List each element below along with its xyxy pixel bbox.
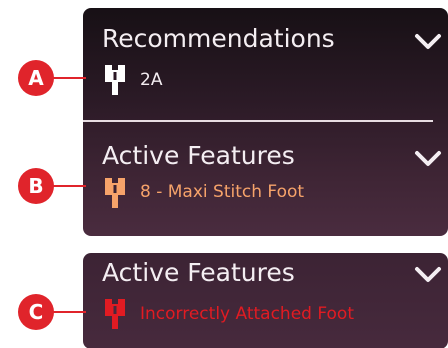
callout-leader-a <box>53 77 86 79</box>
recommendations-header[interactable]: Recommendations <box>102 24 335 53</box>
error-foot-label: Incorrectly Attached Foot <box>140 304 354 324</box>
callout-leader-b <box>53 185 86 187</box>
chevron-down-icon[interactable] <box>414 33 442 51</box>
callout-illustration: Recommendations 2A Active Features 8 - M… <box>0 0 448 348</box>
callout-marker-b: B <box>18 168 54 204</box>
chevron-down-icon[interactable] <box>414 150 442 168</box>
presser-foot-icon <box>104 177 126 209</box>
active-foot-label: 8 - Maxi Stitch Foot <box>140 182 305 202</box>
section-divider <box>83 120 433 122</box>
callout-marker-a: A <box>18 60 54 96</box>
chevron-down-icon[interactable] <box>414 266 442 284</box>
presser-foot-error-icon <box>104 298 126 330</box>
callout-marker-c: C <box>18 294 54 330</box>
active-features-header-warning[interactable]: Active Features <box>102 258 295 287</box>
recommended-foot-label: 2A <box>140 70 163 90</box>
active-features-header[interactable]: Active Features <box>102 141 295 170</box>
callout-leader-c <box>53 311 86 313</box>
presser-foot-icon <box>104 64 126 96</box>
